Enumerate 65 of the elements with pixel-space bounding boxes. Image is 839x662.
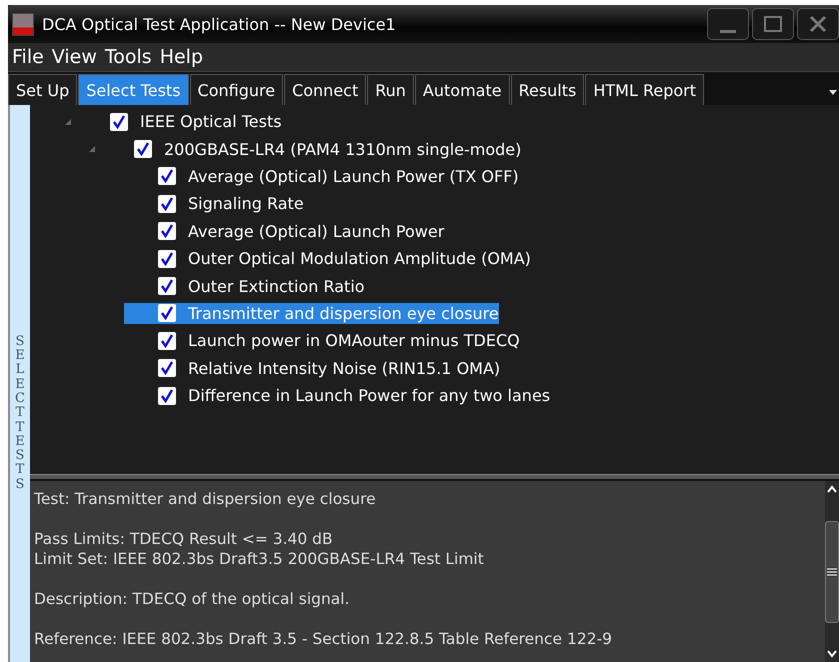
scrollbar[interactable] (825, 481, 839, 662)
menu-item[interactable]: Help (160, 46, 204, 68)
checkbox[interactable] (158, 194, 176, 213)
tab[interactable]: Connect (284, 74, 366, 105)
checkbox[interactable] (110, 112, 128, 131)
tree-label: 200GBASE-LR4 (PAM4 1310nm single-mode) (164, 140, 522, 159)
tree-item[interactable]: IEEE Optical Tests (110, 111, 282, 132)
minimize-button[interactable] (707, 8, 749, 40)
window-title: DCA Optical Test Application -- New Device1 (42, 14, 397, 34)
scroll-up-icon[interactable] (827, 485, 837, 493)
tree-label: Relative Intensity Noise (RIN15.1 OMA) (188, 358, 500, 378)
scroll-down-icon[interactable] (827, 650, 837, 658)
tab[interactable]: Results (510, 74, 584, 105)
checkbox[interactable] (158, 222, 176, 240)
checkbox[interactable] (158, 332, 176, 350)
tree-item[interactable]: Average (Optical) Launch Power (158, 220, 444, 242)
tree-label: Average (Optical) Launch Power (188, 222, 444, 241)
tree-label: Signaling Rate (188, 194, 304, 214)
tree-item[interactable]: Difference in Launch Power for any two lanes (158, 385, 550, 406)
tab[interactable]: Automate (414, 74, 510, 105)
tree-item[interactable]: Transmitter and dispersion eye closure (124, 302, 499, 324)
tree-item[interactable]: Launch power in OMAouter minus TDECQ (158, 330, 520, 352)
close-button[interactable] (797, 8, 839, 40)
tree-label: IEEE Optical Tests (140, 112, 282, 132)
menu-item[interactable]: Tools (104, 46, 152, 68)
menu-item[interactable]: File (12, 46, 44, 68)
tree-item[interactable]: Outer Optical Modulation Amplitude (OMA) (158, 248, 531, 270)
checkbox[interactable] (158, 167, 176, 186)
app-icon (12, 12, 34, 36)
tree-label: Outer Extinction Ratio (188, 276, 365, 296)
detail-text: Reference: IEEE 802.3bs Draft 3.5 - Section 122.8.5 Table Reference 122-9 (34, 629, 614, 649)
detail-text: Test: Transmitter and dispersion eye closure (34, 489, 377, 509)
tree-label: Outer Optical Modulation Amplitude (OMA) (188, 249, 531, 268)
tree-item[interactable]: Relative Intensity Noise (RIN15.1 OMA) (158, 358, 500, 379)
tree-item[interactable]: Outer Extinction Ratio (158, 276, 365, 297)
checkbox[interactable] (158, 250, 176, 268)
tree-label: Average (Optical) Launch Power (TX OFF) (188, 166, 519, 186)
side-label: SELECT TESTS (14, 334, 26, 492)
tree-label: Launch power in OMAouter minus TDECQ (188, 331, 520, 350)
checkbox[interactable] (158, 277, 176, 296)
maximize-icon (761, 14, 785, 34)
tab[interactable]: Configure (190, 74, 284, 105)
grip-icon (827, 568, 837, 576)
tree-item[interactable]: Average (Optical) Launch Power (TX OFF) (158, 166, 519, 187)
tab[interactable]: Select Tests (78, 74, 189, 105)
checkbox[interactable] (158, 304, 176, 322)
menu-item[interactable]: View (52, 46, 97, 68)
tree-label: Difference in Launch Power for any two lanes (188, 386, 550, 406)
caret-icon[interactable] (829, 90, 837, 95)
tree-label: Transmitter and dispersion eye closure (188, 304, 499, 323)
detail-text: Description: TDECQ of the optical signal. (34, 589, 351, 609)
minimize-icon (720, 30, 736, 32)
splitter[interactable] (30, 474, 839, 481)
checkbox[interactable] (158, 359, 176, 378)
detail-text: Limit Set: IEEE 802.3bs Draft3.5 200GBASE-LR4 Test Limit (34, 549, 485, 569)
tree-item[interactable]: Signaling Rate (158, 193, 304, 214)
tab[interactable]: Set Up (8, 74, 78, 105)
scroll-thumb[interactable] (825, 520, 839, 622)
tab[interactable]: Run (367, 74, 414, 105)
checkbox[interactable] (158, 386, 176, 405)
tree-item[interactable]: 200GBASE-LR4 (PAM4 1310nm single-mode) (134, 138, 522, 160)
maximize-button[interactable] (752, 8, 794, 40)
detail-text: Pass Limits: TDECQ Result <= 3.40 dB (34, 529, 334, 549)
tab[interactable]: HTML Report (585, 74, 704, 105)
checkbox[interactable] (134, 140, 152, 158)
